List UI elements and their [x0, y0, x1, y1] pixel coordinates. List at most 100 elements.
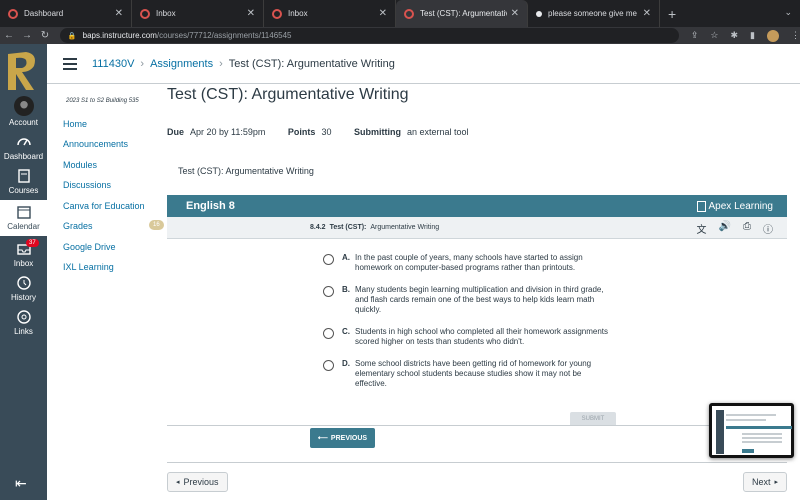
radio-button[interactable] — [323, 286, 334, 297]
nav-label: History — [11, 293, 36, 302]
breadcrumb-separator-icon: › — [140, 57, 145, 70]
nav-calendar[interactable]: Calendar — [0, 200, 47, 236]
collapse-nav-icon[interactable]: ⇤ — [15, 475, 27, 492]
print-icon[interactable]: ⎙ — [743, 221, 751, 236]
apex-course-name: English 8 — [186, 200, 235, 212]
divider — [167, 462, 787, 463]
menu-icon[interactable]: ⋮ — [791, 30, 800, 41]
course-nav-modules[interactable]: Modules — [63, 160, 97, 170]
nav-dashboard[interactable]: Dashboard — [0, 134, 47, 161]
next-button[interactable]: Next ▸ — [743, 472, 788, 492]
help-icon[interactable]: ⓘ — [763, 221, 773, 236]
submit-button[interactable]: SUBMIT — [570, 412, 616, 426]
canvas-favicon-icon — [272, 8, 282, 19]
apex-lesson-bar: 8.4.2 Test (CST): Argumentative Writing 文 … — [167, 217, 787, 239]
radio-button[interactable] — [323, 360, 334, 371]
option-letter: D. — [342, 359, 350, 368]
nav-links[interactable]: Links — [0, 309, 47, 336]
course-nav-grades[interactable]: Grades 16 — [63, 220, 164, 231]
nav-inbox[interactable]: 37 Inbox — [0, 239, 47, 268]
profile-avatar[interactable] — [767, 29, 779, 42]
tab-title: Inbox — [288, 9, 308, 18]
tab-title: Dashboard — [24, 9, 64, 18]
share-icon[interactable]: ⇪ — [691, 30, 699, 41]
course-nav-ixl[interactable]: IXL Learning — [63, 262, 114, 272]
courses-icon — [17, 169, 30, 183]
picture-in-picture-thumbnail[interactable] — [709, 403, 794, 458]
course-nav-label: Grades — [63, 221, 93, 231]
browser-tab[interactable]: Inbox ✕ — [264, 0, 396, 27]
course-nav-home[interactable]: Home — [63, 119, 87, 129]
reload-icon[interactable]: ↻ — [36, 30, 54, 41]
url-field[interactable]: 🔒 baps.instructure.com/courses/77712/ass… — [59, 28, 679, 43]
course-menu-toggle-icon[interactable] — [63, 55, 77, 73]
points-value: 30 — [321, 127, 332, 137]
bookmark-star-icon[interactable]: ☆ — [710, 30, 718, 41]
close-tab-icon[interactable]: ✕ — [511, 8, 519, 19]
browser-tab[interactable]: Dashboard ✕ — [0, 0, 132, 27]
apex-previous-label: PREVIOUS — [330, 434, 368, 442]
new-tab-icon[interactable]: + — [668, 0, 676, 27]
browser-tab-strip: Dashboard ✕ Inbox ✕ Inbox ✕ Test (CST): Arg… — [0, 0, 800, 27]
nav-label: Links — [14, 327, 33, 336]
course-nav-google-drive[interactable]: Google Drive — [63, 242, 116, 252]
read-aloud-icon[interactable]: 🔊 — [719, 221, 731, 236]
nav-history[interactable]: History — [0, 275, 47, 302]
nav-account[interactable]: Account — [0, 96, 47, 127]
nav-label: Calendar — [7, 222, 40, 231]
tab-search-icon[interactable]: ⌄ — [784, 7, 792, 18]
page-header: 111430V › Assignments › Test (CST): Argu… — [47, 44, 800, 84]
apex-logo-icon — [696, 200, 706, 212]
nav-label: Dashboard — [3, 152, 44, 161]
forward-icon[interactable]: → — [18, 30, 36, 41]
apex-brand: Apex Learning — [696, 200, 774, 212]
close-tab-icon[interactable]: ✕ — [247, 8, 255, 19]
apex-header: English 8 Apex Learning — [167, 195, 787, 217]
course-nav-canva[interactable]: Canva for Education — [63, 201, 145, 211]
translate-icon[interactable]: 文 — [697, 221, 707, 236]
answer-option-d[interactable]: D. Some school districts have been getti… — [323, 359, 623, 389]
course-nav-discussions[interactable]: Discussions — [63, 180, 111, 190]
due-value: Apr 20 by 11:59pm — [190, 127, 266, 137]
canvas-favicon-icon — [404, 8, 414, 19]
course-nav-announcements[interactable]: Announcements — [63, 139, 128, 149]
option-text: Some school districts have been getting … — [355, 359, 592, 388]
apex-brand-text: Apex Learning — [708, 200, 774, 212]
answer-option-a[interactable]: A. In the past couple of years, many sch… — [323, 253, 623, 273]
previous-button[interactable]: ◂ Previous — [167, 472, 228, 492]
breadcrumb-assignments[interactable]: Assignments — [150, 58, 213, 70]
tab-title: Inbox — [156, 9, 176, 18]
close-tab-icon[interactable]: ✕ — [643, 8, 651, 19]
breadcrumb-current: Test (CST): Argumentative Writing — [228, 57, 395, 70]
extensions-icon[interactable]: ✱ — [731, 30, 739, 41]
option-letter: C. — [342, 327, 350, 336]
answer-option-c[interactable]: C. Students in high school who completed… — [323, 327, 623, 347]
caret-left-icon: ◂ — [176, 479, 180, 486]
browser-tab[interactable]: Inbox ✕ — [132, 0, 264, 27]
back-icon[interactable]: ← — [0, 30, 18, 41]
points-label: Points — [287, 127, 316, 137]
close-tab-icon[interactable]: ✕ — [115, 8, 123, 19]
radio-button[interactable] — [323, 254, 334, 265]
tab-title: Test (CST): Argumentative Writ — [420, 9, 507, 18]
browser-tab-active[interactable]: Test (CST): Argumentative Writ ✕ — [396, 0, 528, 27]
global-nav: Account Dashboard Courses Calendar 37 In… — [0, 44, 47, 500]
nav-courses[interactable]: Courses — [0, 168, 47, 195]
close-tab-icon[interactable]: ✕ — [379, 8, 387, 19]
submitting-value: an external tool — [406, 127, 469, 137]
course-nav: 2023 S1 to S2 Building 535 Home Announce… — [47, 84, 164, 500]
nav-label: Courses — [8, 186, 39, 195]
browser-tab[interactable]: please someone give me the a ✕ — [528, 0, 660, 27]
breadcrumb-course[interactable]: 111430V — [92, 58, 134, 70]
assignment-meta: Due Apr 20 by 11:59pm Points 30 Submitting… — [167, 127, 469, 137]
breadcrumb-separator-icon: › — [219, 57, 223, 70]
radio-button[interactable] — [323, 328, 334, 339]
option-text: In the past couple of years, many school… — [355, 253, 583, 272]
nav-label: Inbox — [13, 259, 34, 268]
page-title: Test (CST): Argumentative Writing — [167, 86, 409, 103]
apex-previous-button[interactable]: ⟵ PREVIOUS — [310, 428, 375, 448]
answer-option-b[interactable]: B. Many students begin learning multipli… — [323, 285, 623, 315]
grades-badge: 16 — [149, 220, 164, 230]
sidepanel-icon[interactable]: ▮ — [750, 30, 755, 41]
option-letter: B. — [342, 285, 350, 294]
